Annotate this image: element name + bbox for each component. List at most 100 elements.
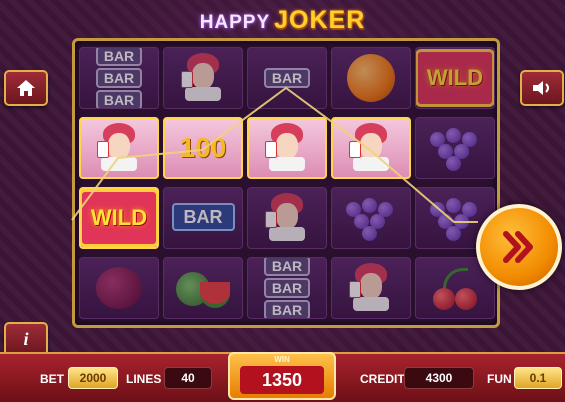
bar-label: BAR — [263, 258, 311, 276]
joker-icon — [265, 123, 309, 173]
joker-head — [360, 133, 382, 159]
grapes-symbol — [346, 194, 396, 242]
bar-label: BAR — [95, 48, 143, 66]
joker-card — [265, 211, 277, 228]
wild-symbol: WILD — [81, 189, 157, 247]
grape — [446, 198, 461, 213]
reel-cell: WILD — [415, 47, 495, 109]
wild-label: WILD — [426, 65, 484, 90]
bar-triple-symbol: BAR BAR BAR — [95, 48, 143, 108]
joker-card — [181, 71, 193, 88]
reel-cell — [79, 117, 159, 179]
joker-collar — [185, 87, 221, 101]
bar-stack: BAR — [263, 68, 311, 88]
joker-card — [349, 141, 361, 158]
wild-label: WILD — [90, 205, 148, 230]
bar-label: BAR — [171, 202, 235, 231]
sound-button[interactable] — [520, 70, 564, 106]
home-icon — [17, 80, 35, 96]
hundred-symbol: 100 — [180, 132, 227, 164]
joker-icon — [97, 123, 141, 173]
bar-single-symbol: BAR — [263, 68, 311, 88]
joker-head — [192, 63, 214, 89]
joker-head — [108, 133, 130, 159]
reel-cell — [415, 117, 495, 179]
bet-label: BET — [40, 372, 64, 386]
speaker-icon — [533, 81, 549, 95]
joker-collar — [101, 157, 137, 171]
grapes-icon — [430, 124, 480, 172]
reel-cell — [247, 187, 327, 249]
grape — [362, 198, 377, 213]
cherries-icon — [431, 266, 479, 310]
grape — [362, 226, 377, 241]
grape — [446, 156, 461, 171]
spin-button[interactable] — [476, 204, 562, 290]
logo-happy: HAPPY — [199, 12, 271, 33]
home-button[interactable] — [4, 70, 48, 106]
joker-card-symbol — [265, 193, 309, 243]
hundred-label: 100 — [179, 132, 227, 163]
reel-cell: WILD — [79, 187, 159, 249]
credit-label: CREDIT — [360, 372, 405, 386]
bar-blue-symbol: BAR — [171, 202, 235, 231]
joker-card-symbol — [265, 123, 309, 173]
plum-icon — [96, 267, 142, 309]
reel-cell — [163, 47, 243, 109]
info-button[interactable]: i — [4, 322, 48, 356]
wild-symbol: WILD — [416, 49, 494, 107]
joker-head — [276, 133, 298, 159]
bar-label: BAR — [95, 90, 143, 108]
cherry-c2 — [455, 288, 477, 310]
game-logo: HAPPY JOKER — [0, 6, 565, 35]
joker-card — [349, 281, 361, 298]
reel-cell — [79, 257, 159, 319]
bar-label: BAR — [263, 300, 311, 318]
fun-label: FUN — [487, 372, 512, 386]
bet-value[interactable]: 2000 — [68, 367, 118, 389]
grape — [446, 128, 461, 143]
fun-value[interactable]: 0.1 — [514, 367, 562, 389]
bar-label: BAR — [263, 68, 311, 88]
win-label: WIN — [274, 355, 290, 364]
bar-stack: BAR BAR BAR — [263, 258, 311, 318]
watermelon-symbol — [176, 268, 230, 308]
joker-icon — [265, 193, 309, 243]
grapes-symbol — [430, 124, 480, 172]
lines-value[interactable]: 40 — [164, 367, 212, 389]
wild-badge: WILD — [416, 49, 494, 107]
credit-value: 4300 — [404, 367, 474, 389]
bar-label: BAR — [263, 278, 311, 298]
orange-symbol — [347, 54, 395, 102]
joker-collar — [353, 297, 389, 311]
joker-icon — [349, 123, 393, 173]
info-icon: i — [23, 328, 29, 349]
bar-triple-symbol: BAR BAR BAR — [263, 258, 311, 318]
joker-card — [265, 141, 277, 158]
reel-cell — [163, 257, 243, 319]
joker-head — [360, 273, 382, 299]
reel-cell — [331, 47, 411, 109]
plum-symbol — [96, 267, 142, 309]
orange-icon — [347, 54, 395, 102]
joker-card — [97, 141, 109, 158]
win-panel: WIN 1350 — [228, 352, 336, 400]
watermelon-icon — [176, 268, 230, 308]
reel-cell — [247, 117, 327, 179]
lines-label: LINES — [126, 372, 162, 386]
joker-card-symbol — [97, 123, 141, 173]
reel-cell: BAR BAR BAR — [247, 257, 327, 319]
reel-cell: BAR — [247, 47, 327, 109]
reel-cell: 100 — [163, 117, 243, 179]
joker-icon — [349, 263, 393, 313]
joker-collar — [269, 157, 305, 171]
grape — [446, 226, 461, 241]
wild-badge: WILD — [81, 189, 157, 247]
reel-area: BAR BAR BAR BAR WILD 100 WILD BAR BAR BAR BAR — [72, 38, 500, 328]
bar-stack: BAR BAR BAR — [95, 48, 143, 108]
reel-cell — [331, 187, 411, 249]
joker-head — [276, 203, 298, 229]
grapes-icon — [430, 194, 480, 242]
joker-card-symbol — [349, 123, 393, 173]
joker-card-symbol — [181, 53, 225, 103]
